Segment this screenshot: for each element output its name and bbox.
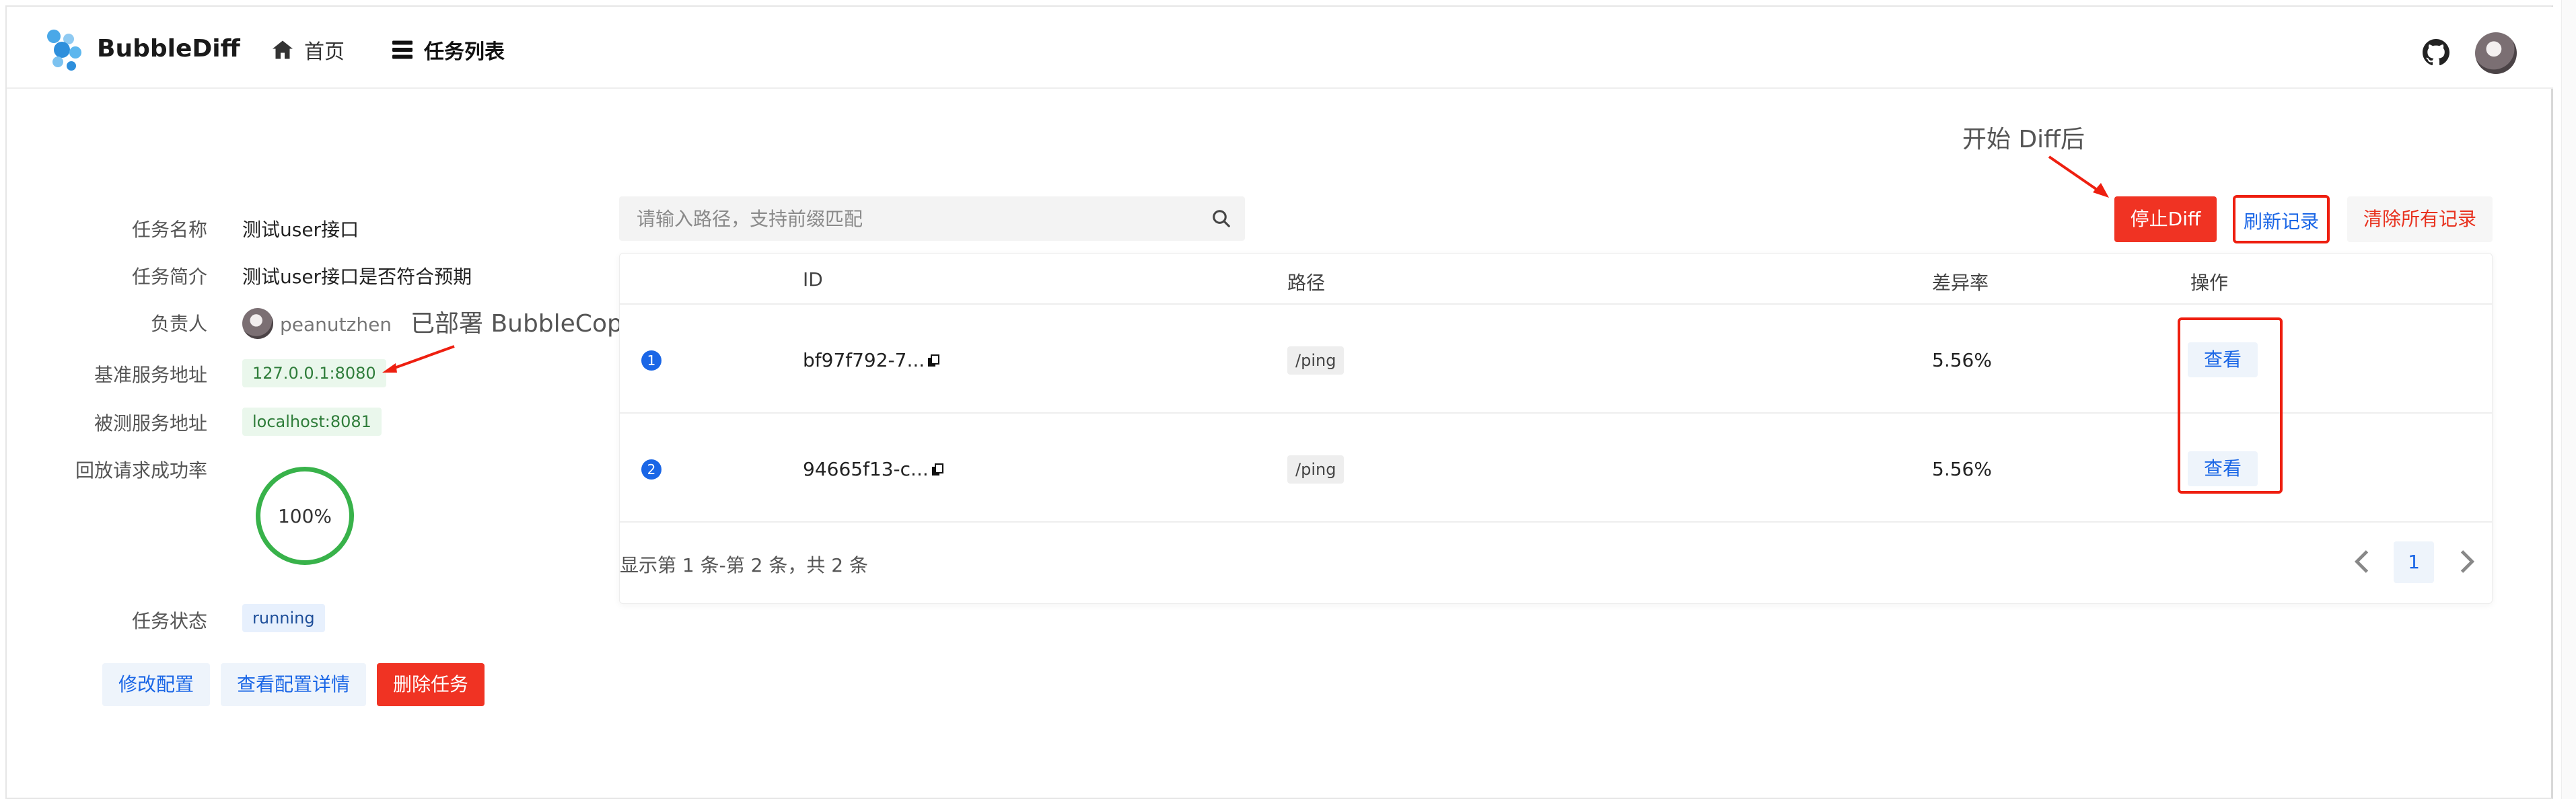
list-icon <box>392 40 413 59</box>
clear-all-records-button[interactable]: 清除所有记录 <box>2347 196 2493 242</box>
replay-rate-label: 回放请求成功率 <box>75 459 207 482</box>
task-name-value: 测试user接口 <box>242 219 359 241</box>
search-bar <box>619 196 1245 241</box>
row-id-cell: bf97f792-7... <box>803 349 940 371</box>
task-intro-value: 测试user接口是否符合预期 <box>242 266 472 288</box>
home-icon <box>273 40 293 59</box>
replay-rate-progress: 100% <box>256 467 354 565</box>
search-icon[interactable] <box>1211 208 1231 229</box>
table-header: ID 路径 差异率 操作 <box>620 254 2492 305</box>
column-actions: 操作 <box>2190 272 2229 294</box>
refresh-records-button[interactable]: 刷新记录 <box>2233 195 2330 243</box>
column-diff-rate: 差异率 <box>1932 272 1989 294</box>
task-intro-label: 任务简介 <box>131 266 207 288</box>
bubblediff-logo-icon[interactable] <box>42 27 89 74</box>
scrollbar[interactable] <box>2561 0 2576 799</box>
row-id: 94665f13-c... <box>803 458 929 480</box>
annotation-arrow-icon <box>382 345 455 373</box>
row-path-tag: /ping <box>1287 346 1345 375</box>
row-index-badge: 1 <box>641 350 661 371</box>
nav-task-list[interactable]: 任务列表 <box>390 35 505 65</box>
view-config-detail-button[interactable]: 查看配置详情 <box>221 663 366 706</box>
row-id-cell: 94665f13-c... <box>803 458 943 480</box>
row-index-badge: 2 <box>641 459 661 480</box>
stop-diff-button[interactable]: 停止Diff <box>2114 196 2217 242</box>
test-address-tag: localhost:8081 <box>242 408 382 436</box>
nav-home[interactable]: 首页 <box>271 35 345 65</box>
base-address-tag: 127.0.0.1:8080 <box>242 359 386 387</box>
annotation-highlight-box <box>2178 317 2283 494</box>
owner-name: peanutzhen <box>280 313 392 336</box>
pagination-summary: 显示第 1 条-第 2 条，共 2 条 <box>620 554 868 576</box>
brand-name[interactable]: BubbleDiff <box>97 35 240 63</box>
copy-icon[interactable] <box>931 463 943 477</box>
replay-rate-value: 100% <box>277 504 332 527</box>
status-label: 任务状态 <box>131 610 207 632</box>
owner-avatar <box>242 308 273 339</box>
search-input[interactable] <box>619 196 1191 241</box>
annotation-arrow-icon <box>2048 155 2109 198</box>
row-id: bf97f792-7... <box>803 349 925 371</box>
annotation-start-diff: 开始 Diff后 <box>1962 126 2085 153</box>
base-address-label: 基准服务地址 <box>94 364 207 386</box>
top-header: BubbleDiff 首页 任务列表 <box>7 7 2553 89</box>
github-icon[interactable] <box>2423 39 2449 66</box>
task-name-label: 任务名称 <box>131 219 207 241</box>
pagination-next-icon[interactable] <box>2449 544 2484 579</box>
pagination-prev-icon[interactable] <box>2345 544 2380 579</box>
test-address-label: 被测服务地址 <box>94 412 207 434</box>
row-path-tag: /ping <box>1287 455 1345 484</box>
column-id: ID <box>803 268 823 291</box>
status-badge: running <box>242 604 325 632</box>
column-path: 路径 <box>1287 272 1326 294</box>
copy-icon[interactable] <box>927 354 940 368</box>
pagination-page[interactable]: 1 <box>2394 541 2434 583</box>
nav-task-list-label: 任务列表 <box>424 40 505 64</box>
delete-task-button[interactable]: 删除任务 <box>377 663 485 706</box>
nav-home-label: 首页 <box>304 40 345 64</box>
edit-config-button[interactable]: 修改配置 <box>102 663 210 706</box>
annotation-deploy: 已部署 BubbleCopy <box>410 310 637 338</box>
row-diff-rate: 5.56% <box>1932 458 1992 480</box>
user-avatar[interactable] <box>2475 32 2517 74</box>
row-diff-rate: 5.56% <box>1932 349 1992 371</box>
owner-label: 负责人 <box>150 313 207 335</box>
